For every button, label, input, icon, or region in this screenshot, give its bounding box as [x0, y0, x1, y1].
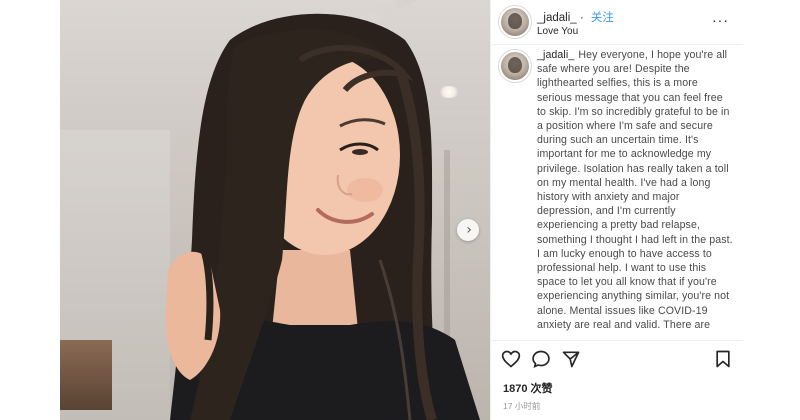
caption-username[interactable]: _jadali_: [537, 49, 574, 61]
caption-tail: anxiety are real and valid. There are: [537, 318, 711, 331]
more-icon[interactable]: ···: [712, 12, 729, 28]
heart-icon[interactable]: [501, 349, 521, 369]
likes-count[interactable]: 1870 次赞: [503, 380, 553, 396]
caption-highlight: Mental issues like COVID-19: [569, 304, 708, 317]
post-timestamp: 17 小时前: [503, 401, 541, 411]
caption-body: Hey everyone, I hope you're all safe whe…: [537, 49, 733, 317]
caption-area: _jadali_ Hey everyone, I hope you're all …: [491, 44, 743, 340]
carousel-next-button[interactable]: ›: [457, 219, 479, 241]
caption-text: _jadali_ Hey everyone, I hope you're all …: [537, 48, 733, 332]
carousel-next-icon: ›: [466, 222, 472, 238]
post-username: _jadali_ · 关注: [537, 12, 614, 24]
screenshot-frame: › _jadali_ · 关注 Love You ··· _jadali_ Hey…: [60, 0, 743, 420]
comment-icon[interactable]: [531, 349, 551, 369]
action-bar: [491, 340, 743, 379]
post-subtitle: Love You: [537, 26, 579, 37]
post-header: _jadali_ · 关注 Love You ···: [491, 0, 743, 45]
bookmark-icon[interactable]: [713, 349, 733, 369]
username-link[interactable]: _jadali_: [537, 12, 577, 24]
post-panel: _jadali_ · 关注 Love You ··· _jadali_ Hey e…: [490, 0, 743, 420]
avatar[interactable]: [499, 6, 531, 38]
share-icon[interactable]: [561, 349, 581, 369]
follow-button[interactable]: 关注: [591, 12, 614, 24]
caption-avatar[interactable]: [499, 50, 531, 82]
person-portrait: [165, 13, 480, 420]
post-photo[interactable]: ›: [60, 0, 490, 420]
